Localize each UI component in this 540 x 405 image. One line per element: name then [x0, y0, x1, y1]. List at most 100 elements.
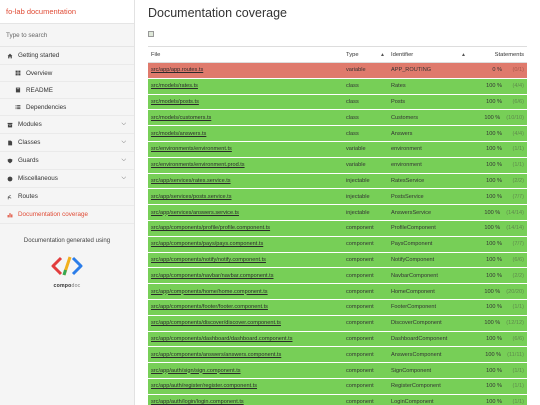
file-link[interactable]: src/app/auth/sign/sign.component.ts: [151, 368, 241, 374]
statements-percent: 100 %: [486, 367, 502, 374]
file-link[interactable]: src/models/customers.ts: [151, 115, 211, 121]
sidebar-item-label: Getting started: [18, 52, 60, 59]
file-link[interactable]: src/app/components/dashboard/dashboard.c…: [151, 336, 293, 342]
statements-percent: 100 %: [486, 304, 502, 311]
identifier-cell: PaysComponent: [388, 236, 469, 253]
identifier-cell: environment: [388, 141, 469, 158]
sidebar-item-overview[interactable]: Overview: [0, 65, 134, 82]
table-row: src/app/app.routes.ts variable APP_ROUTING…: [148, 62, 527, 79]
column-header-statements[interactable]: Statements: [469, 46, 527, 63]
identifier-cell: SignComponent: [388, 362, 469, 379]
shield-icon: [6, 157, 14, 165]
statements-percent: 100 %: [484, 320, 501, 327]
statements-fraction: (1/1): [512, 367, 524, 374]
type-cell: component: [343, 378, 388, 395]
identifier-cell: DiscoverComponent: [388, 315, 469, 332]
type-cell: variable: [343, 141, 388, 158]
statements-cell: 100 % (1/1): [469, 299, 527, 316]
sidebar-item-dependencies[interactable]: Dependencies: [0, 99, 134, 116]
statements-cell: 100 % (1/1): [469, 157, 527, 174]
statements-percent: 100 %: [486, 241, 502, 248]
sidebar-item-documentation-coverage[interactable]: Documentation coverage: [0, 206, 134, 224]
statements-fraction: (0/1): [512, 67, 524, 74]
file-cell: src/app/components/profile/profile.compo…: [148, 220, 343, 237]
column-header-identifier[interactable]: Identifier ▲: [388, 46, 469, 63]
type-cell: class: [343, 94, 388, 111]
statements-percent: 100 %: [486, 177, 502, 184]
file-cell: src/app/app.routes.ts: [148, 62, 343, 79]
statements-percent: 100 %: [486, 98, 502, 105]
file-link[interactable]: src/models/rates.ts: [151, 83, 198, 89]
sidebar-item-modules[interactable]: Modules ⌵: [0, 116, 134, 134]
type-cell: component: [343, 267, 388, 285]
file-link[interactable]: src/app/services/answers.service.ts: [151, 210, 239, 216]
sidebar-item-guards[interactable]: Guards ⌵: [0, 152, 134, 170]
statements-cell: 100 % (7/7): [469, 188, 527, 206]
type-cell: component: [343, 346, 388, 364]
file-link[interactable]: src/app/components/discover/discover.com…: [151, 320, 281, 326]
sidebar-item-classes[interactable]: Classes ⌵: [0, 134, 134, 152]
file-link[interactable]: src/app/components/pays/pays.component.t…: [151, 241, 263, 247]
statements-fraction: (1/1): [512, 162, 524, 169]
statements-percent: 100 %: [485, 351, 502, 358]
statements-cell: 100 % (6/6): [469, 252, 527, 269]
type-cell: component: [343, 315, 388, 332]
file-cell: src/app/components/navbar/navbar.compone…: [148, 267, 343, 285]
coverage-table: File Type ▲ Identifier ▲ Statements src/ap…: [148, 46, 527, 405]
file-link[interactable]: src/app/components/navbar/navbar.compone…: [151, 273, 274, 279]
identifier-cell: LoginComponent: [388, 394, 469, 405]
table-row: src/app/components/answers/answers.compo…: [148, 346, 527, 364]
type-cell: class: [343, 125, 388, 142]
statements-percent: 100 %: [486, 83, 502, 90]
statements-cell: 100 % (4/4): [469, 125, 527, 142]
file-link[interactable]: src/app/services/posts.service.ts: [151, 194, 232, 200]
type-cell: component: [343, 331, 388, 348]
column-header-label: File: [151, 51, 161, 58]
identifier-cell: ProfileComponent: [388, 220, 469, 237]
statements-percent: 100 %: [486, 335, 502, 342]
search-input[interactable]: [0, 24, 134, 47]
file-link[interactable]: src/environments/environment.prod.ts: [151, 162, 245, 168]
statements-fraction: (14/14): [506, 225, 524, 232]
column-header-file[interactable]: File: [148, 46, 343, 63]
file-link[interactable]: src/app/components/notify/notify.compone…: [151, 257, 266, 263]
file-cell: src/app/services/rates.service.ts: [148, 173, 343, 190]
file-link[interactable]: src/app/app.routes.ts: [151, 67, 203, 73]
file-link[interactable]: src/environments/environment.ts: [151, 146, 232, 152]
sidebar-item-routes[interactable]: Routes: [0, 188, 134, 206]
file-link[interactable]: src/models/answers.ts: [151, 131, 206, 137]
type-cell: variable: [343, 157, 388, 174]
search-box: [0, 24, 134, 47]
file-cell: src/models/rates.ts: [148, 78, 343, 95]
file-link[interactable]: src/app/components/footer/footer.compone…: [151, 304, 268, 310]
compodoc-logo[interactable]: compodoc: [47, 256, 87, 289]
archive-icon: [6, 121, 14, 129]
type-cell: variable: [343, 62, 388, 79]
sidebar-item-miscellaneous[interactable]: Miscellaneous ⌵: [0, 170, 134, 188]
identifier-cell: RatesService: [388, 173, 469, 190]
file-link[interactable]: src/app/components/home/home.component.t…: [151, 289, 268, 295]
type-cell: component: [343, 252, 388, 269]
file-cell: src/models/posts.ts: [148, 94, 343, 111]
table-row: src/app/auth/register/register.component…: [148, 378, 527, 395]
sidebar-item-label: Dependencies: [26, 103, 67, 111]
statements-percent: 100 %: [486, 130, 502, 137]
table-row: src/models/answers.ts class Answers 100 % (4…: [148, 125, 527, 142]
file-link[interactable]: src/app/auth/register/register.component…: [151, 383, 257, 389]
column-header-type[interactable]: Type ▲: [343, 46, 388, 63]
routes-icon: [6, 193, 14, 201]
table-row: src/environments/environment.prod.ts vari…: [148, 157, 527, 174]
sidebar-item-label: Routes: [18, 193, 38, 200]
file-link[interactable]: src/app/services/rates.service.ts: [151, 178, 231, 184]
table-row: src/app/components/profile/profile.compo…: [148, 220, 527, 237]
file-link[interactable]: src/app/components/profile/profile.compo…: [151, 225, 270, 231]
identifier-cell: APP_ROUTING: [388, 62, 469, 79]
statements-percent: 100 %: [486, 399, 502, 405]
project-title-link[interactable]: fo-lab documentation: [0, 0, 134, 24]
file-link[interactable]: src/app/auth/login/login.component.ts: [151, 399, 244, 405]
sidebar-item-getting-started[interactable]: Getting started: [0, 47, 134, 65]
sidebar-item-readme[interactable]: README: [0, 82, 134, 99]
file-link[interactable]: src/app/components/answers/answers.compo…: [151, 352, 281, 358]
file-link[interactable]: src/models/posts.ts: [151, 99, 199, 105]
sort-icon: ▲: [380, 51, 385, 58]
